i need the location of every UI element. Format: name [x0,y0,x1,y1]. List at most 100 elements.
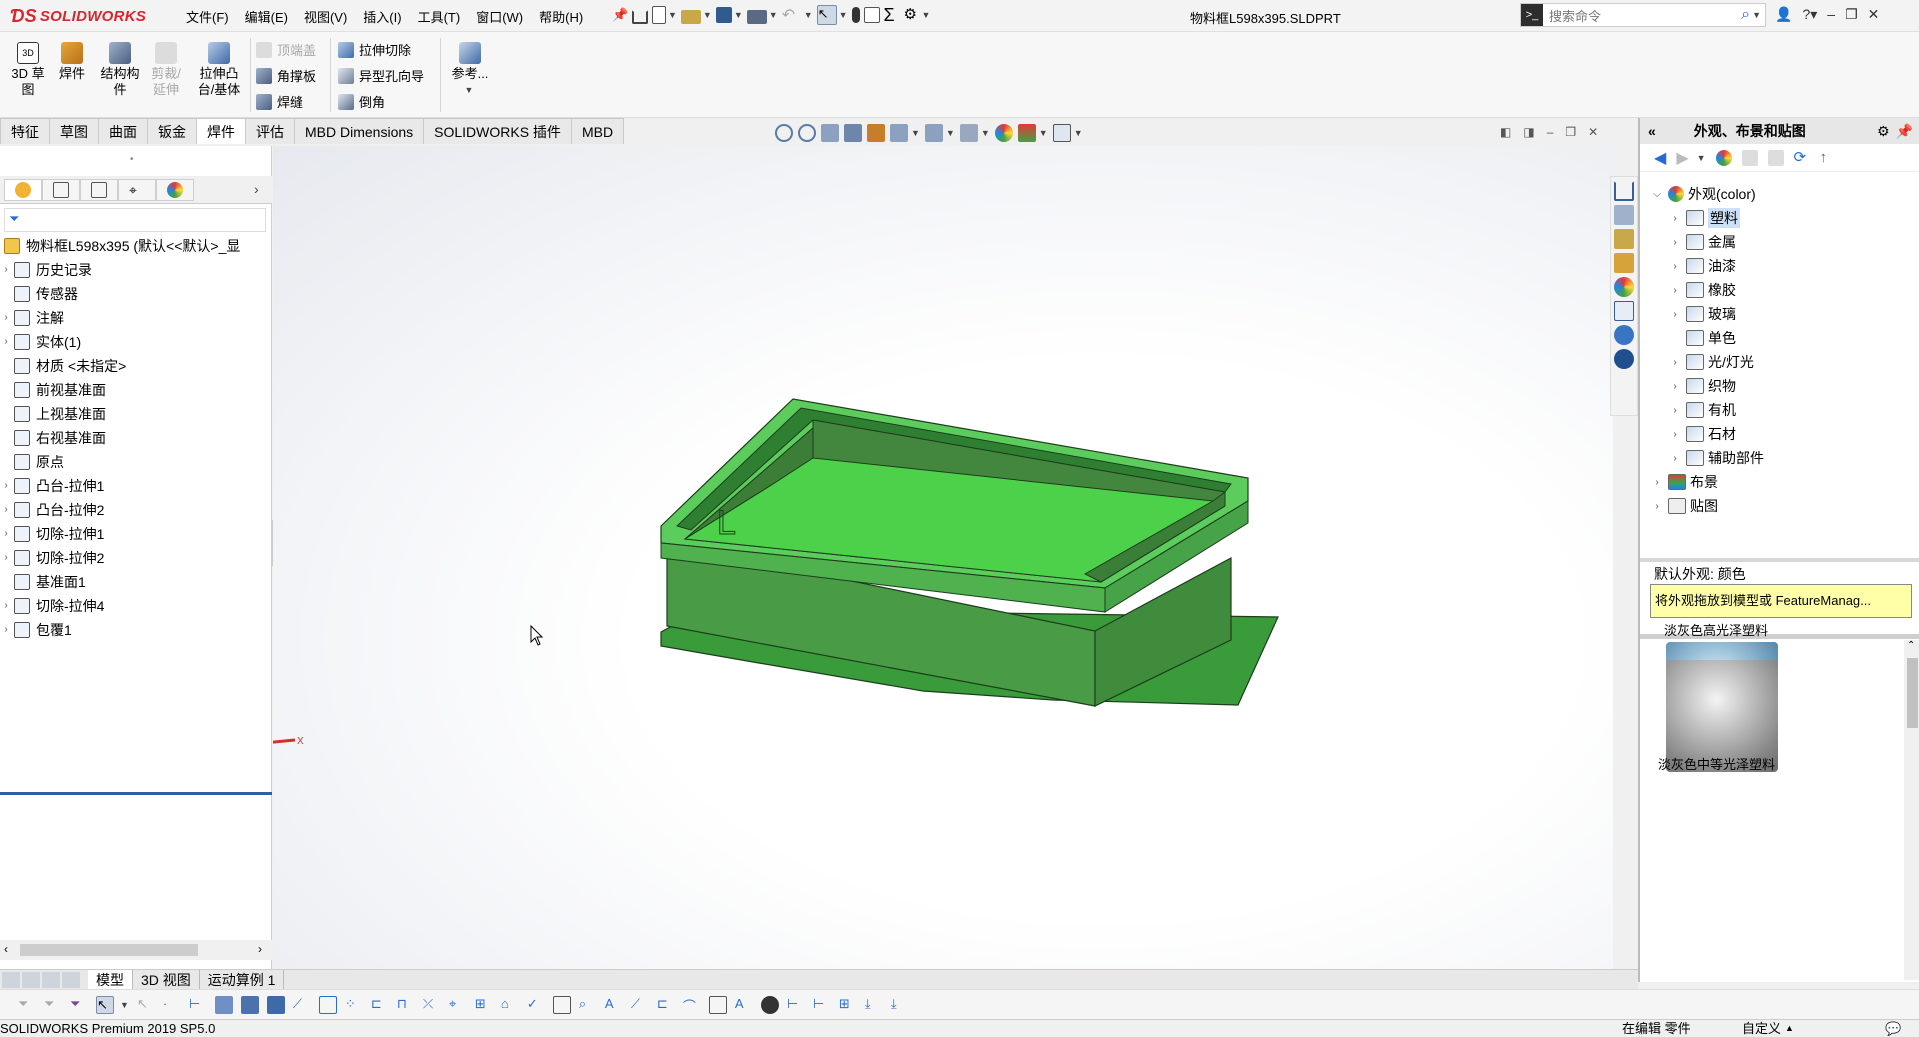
apply-scene-icon[interactable] [1017,124,1036,142]
filter-center-marks-icon[interactable]: ⤫ [423,996,441,1014]
scroll-right-icon[interactable]: › [258,942,262,956]
display-manager-tab[interactable] [156,179,194,201]
filter-mesh-vertices-icon[interactable]: ⤓ [891,996,909,1014]
expand-arrow-icon[interactable]: › [0,618,12,642]
tree-item[interactable]: › 历史记录 [0,258,272,282]
filter-midsurface-icon[interactable]: ⊢ [787,996,805,1014]
filter-surfaces-icon[interactable] [240,995,259,1014]
filter-geometric-tolerance-icon[interactable]: ✓ [527,996,545,1014]
expand-arrow-icon[interactable]: › [1650,477,1664,488]
undo-icon[interactable]: ↶ [782,5,802,25]
expand-arrow-icon[interactable]: › [0,546,12,570]
solidworks-logo[interactable]: ƊS SOLIDWORKS [10,5,146,27]
hole-wizard-button[interactable]: 异型孔向导 [338,66,424,85]
tree-item[interactable]: › 注解 [0,306,272,330]
tab-mbd-dimensions[interactable]: MBD Dimensions [294,118,425,144]
tree-item[interactable]: › 包覆1 [0,618,272,642]
menu-window[interactable]: 窗口(W) [468,7,531,26]
tree-item[interactable]: › 凸台-拉伸2 [0,498,272,522]
weld-bead-button[interactable]: 焊缝 [256,92,303,111]
filter-midpoints-icon[interactable]: ⊓ [397,996,415,1014]
expand-arrow-icon[interactable]: › [0,330,12,354]
configuration-manager-tab[interactable] [80,179,118,201]
tab-weldments[interactable]: 焊件 [196,118,246,144]
tree-item[interactable]: › 实体(1) [0,330,272,354]
collapse-arrow-icon[interactable]: ⌵ [1650,189,1664,200]
scenes-folder[interactable]: › 布景 [1640,470,1919,494]
select-arrow-icon[interactable]: ↖ [816,5,837,25]
zoom-to-fit-icon[interactable] [775,124,793,142]
tree-item[interactable]: › 切除-拉伸1 [0,522,272,546]
expand-arrow-icon[interactable]: › [1668,357,1682,368]
expand-arrow-icon[interactable]: › [1668,237,1682,248]
horizontal-scrollbar[interactable]: ‹ › [0,940,272,960]
filter-vertices-icon[interactable]: ↖ [137,996,155,1014]
tree-root[interactable]: 物料框L598x395 (默认<<默认>_显 [0,234,272,258]
appearance-category[interactable]: › 塑料 [1640,206,1919,230]
filter-points-icon[interactable]: · [163,996,181,1014]
expand-arrow-icon[interactable]: › [1650,501,1664,512]
filter-mesh-edges-icon[interactable]: ⤓ [865,996,883,1014]
hide-show-dropdown-icon[interactable]: ▼ [981,128,990,138]
tab-sheet-metal[interactable]: 钣金 [147,118,197,144]
solidworks-resources-icon[interactable] [1614,181,1634,201]
panel-splitter[interactable] [1640,558,1919,562]
view-orientation-dropdown-icon[interactable]: ▼ [911,128,920,138]
expand-arrow-icon[interactable]: › [1668,405,1682,416]
solidworks-forum-icon[interactable] [1614,325,1634,345]
view-settings-dropdown-icon[interactable]: ▼ [1074,128,1083,138]
tree-item[interactable]: 前视基准面 [0,378,272,402]
3d-content-central-icon[interactable] [1614,349,1634,369]
dynamic-annotation-icon[interactable] [867,124,885,142]
save-dropdown-icon[interactable]: ▼ [734,10,743,20]
section-view-icon[interactable] [844,124,862,142]
extruded-cut-button[interactable]: 拉伸切除 [338,40,411,59]
tree-item[interactable]: 右视基准面 [0,426,272,450]
expand-arrow-icon[interactable]: › [0,474,12,498]
scroll-left-icon[interactable]: ‹ [4,942,8,956]
expand-arrow-icon[interactable]: › [0,594,12,618]
options-dropdown-icon[interactable]: ▼ [922,10,931,20]
chamfer-button[interactable]: 倒角 [338,92,385,111]
trim-extend-button[interactable]: 剪裁/延伸 [148,42,184,98]
filter-blocks-icon[interactable]: ⌒ [683,996,701,1014]
display-style-dropdown-icon[interactable]: ▼ [946,128,955,138]
feature-filter-input[interactable]: ⏷ [4,208,266,232]
back-icon[interactable]: ◀ [1654,148,1666,168]
menu-tools[interactable]: 工具(T) [410,7,469,26]
swatch-scroll-thumb[interactable] [1907,658,1918,728]
view-settings-icon[interactable] [1052,124,1071,142]
appearance-category[interactable]: › 金属 [1640,230,1919,254]
expand-arrow-icon[interactable]: › [0,306,12,330]
filter-cosmetic-threads-icon[interactable]: ⊏ [657,996,675,1014]
viewport-tile-icon[interactable]: ◧ [1500,125,1511,139]
search-dropdown-icon[interactable]: ▼ [1752,10,1761,20]
search-input[interactable]: 搜索命令 [1549,6,1741,25]
appearance-category[interactable]: › 织物 [1640,374,1919,398]
view-palette-icon[interactable] [1614,253,1634,273]
viewport-close-button[interactable]: ✕ [1588,125,1598,139]
open-library-icon[interactable] [1767,149,1784,166]
tab-evaluate[interactable]: 评估 [245,118,295,144]
graphics-area[interactable]: L Y X [273,146,1613,969]
dimxpert-tab[interactable]: ⌖ [118,179,156,201]
file-explorer-icon[interactable] [1614,229,1634,249]
previous-tab-icon[interactable] [22,971,40,988]
filter-datum-targets-icon[interactable]: ⟋ [631,996,649,1014]
help-icon[interactable]: ?▾ [1802,6,1817,23]
filter-edges-icon[interactable]: ⊢ [189,996,207,1014]
new-document-icon[interactable] [652,6,666,24]
expand-arrow-icon[interactable]: › [1668,381,1682,392]
tab-solidworks-addins[interactable]: SOLIDWORKS 插件 [423,118,572,144]
search-box[interactable]: >_ 搜索命令 ⌕ ▼ [1520,3,1766,27]
filter-weld-symbols-icon[interactable]: A [605,996,623,1014]
menu-view[interactable]: 视图(V) [296,7,355,26]
reference-geometry-button[interactable]: 参考... ▼ [448,42,492,98]
appearance-category[interactable]: › 橡胶 [1640,278,1919,302]
scroll-thumb[interactable] [20,944,198,956]
open-dropdown-icon[interactable]: ▼ [703,10,712,20]
tree-item[interactable]: › 切除-拉伸4 [0,594,272,618]
viewport-minimize-button[interactable]: – [1547,125,1554,139]
status-units[interactable]: 自定义 [1742,1020,1781,1037]
history-dropdown-icon[interactable]: ▼ [1697,153,1706,163]
